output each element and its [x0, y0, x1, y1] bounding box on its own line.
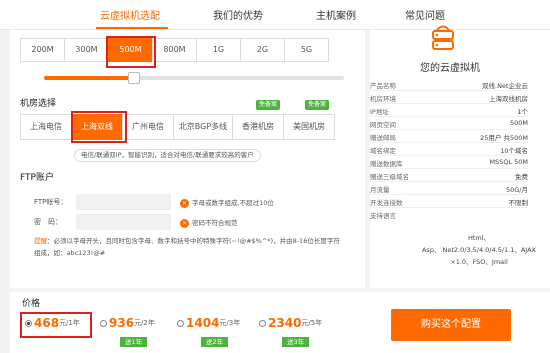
info-row: 域名绑定 10个域名 — [370, 144, 528, 156]
ftp-account-input[interactable] — [76, 194, 171, 210]
tab-cases[interactable]: 主机案例 — [316, 7, 356, 22]
bandwidth-200m[interactable]: 200M — [20, 38, 65, 62]
bandwidth-slider-fill — [44, 76, 134, 80]
badge-usa: 免备案 — [305, 100, 330, 110]
info-row: 赠送三级域名 免费 — [370, 170, 528, 182]
room-beijing-bgp[interactable]: 北京BGP多线 — [173, 114, 233, 140]
tab-advantages[interactable]: 我们的优势 — [213, 7, 263, 22]
info-row: 赠送邮局 25用户 共500M — [370, 131, 528, 143]
ftp-tip: 提醒：必须以字母开头，且同时包含字母、数字和括号中的特殊字符(~!@#$%^*)… — [34, 237, 340, 257]
tab-faq[interactable]: 常见问题 — [405, 7, 445, 22]
bandwidth-1g[interactable]: 1G — [196, 38, 241, 62]
top-nav: 云虚拟机选配 我们的优势 主机案例 常见问题 — [0, 0, 550, 30]
ftp-password-input[interactable] — [76, 214, 171, 230]
ftp-password-hint: × 密码不符合规范 — [180, 218, 238, 228]
price-label: 价格 — [22, 299, 41, 309]
info-row: 支持语言 — [370, 212, 396, 220]
radio[interactable] — [259, 319, 266, 327]
cloud-host-icon — [428, 22, 458, 52]
datacenter-note: 电信/联通双IP，智能识别，适合对电信/联通要求较高的客户 — [74, 149, 261, 162]
info-row: 赠送数据库 MSSQL 50M — [370, 158, 528, 169]
error-icon: × — [180, 198, 189, 208]
room-shanghai-telecom[interactable]: 上海电信 — [20, 114, 72, 140]
radio[interactable] — [177, 319, 184, 327]
badge-hongkong: 免备案 — [256, 100, 281, 110]
room-usa[interactable]: 美国机房 — [283, 114, 335, 140]
summary-title: 您的云虚拟机 — [420, 63, 480, 74]
selection-highlight — [20, 312, 92, 338]
price-option-2y[interactable]: 936元/2年 — [100, 316, 155, 334]
gift-badge: 送1年 — [120, 337, 148, 347]
bandwidth-options: 200M 300M 500M 800M 1G 2G 5G — [20, 38, 329, 62]
selection-highlight — [71, 111, 127, 143]
error-icon: × — [180, 218, 189, 228]
buy-button[interactable]: 购买这个配置 — [391, 309, 511, 341]
info-row: 产品名称 双线.Net企业云 — [370, 79, 528, 91]
bandwidth-slider-handle[interactable] — [128, 72, 140, 84]
ftp-account-label: FTP帐号： — [34, 198, 68, 206]
gift-badge: 送2年 — [201, 337, 229, 347]
ftp-password-label: 密 码： — [34, 218, 62, 226]
ftp-title: FTP账户 — [20, 173, 54, 183]
datacenter-title: 机房选择 — [20, 99, 57, 109]
bandwidth-5g[interactable]: 5G — [284, 38, 329, 62]
ftp-account-hint: × 字母或数字组成,不超过10位 — [180, 198, 274, 208]
tab-config[interactable]: 云虚拟机选配 — [100, 7, 160, 22]
bandwidth-2g[interactable]: 2G — [240, 38, 285, 62]
support-languages: Html、Asp、.Net2.0/3.5/4.0/4.5/1.1、AJAX ×1… — [421, 234, 537, 266]
gift-badge: 送3年 — [282, 337, 310, 347]
active-tab-indicator — [96, 27, 168, 29]
radio[interactable] — [100, 319, 107, 327]
bandwidth-300m[interactable]: 300M — [64, 38, 109, 62]
price-option-3y[interactable]: 1404元/3年 — [177, 316, 240, 334]
bandwidth-800m[interactable]: 800M — [152, 38, 197, 62]
info-row: 开发连接数 不限制 — [370, 196, 528, 208]
selection-highlight — [106, 36, 156, 68]
room-hongkong[interactable]: 香港机房 — [232, 114, 284, 140]
room-guangzhou-telecom[interactable]: 广州电信 — [122, 114, 174, 140]
info-row: 月流量 50G/月 — [370, 183, 528, 195]
info-row: 机房环境 上海双线机房 — [370, 92, 528, 104]
info-row: IP地址 1个 — [370, 105, 528, 117]
info-row: 网页空间 500M — [370, 119, 528, 130]
datacenter-options: 上海电信 上海双线 广州电信 北京BGP多线 香港机房 美国机房 — [20, 114, 335, 140]
price-option-5y[interactable]: 2340元/5年 — [259, 316, 322, 334]
